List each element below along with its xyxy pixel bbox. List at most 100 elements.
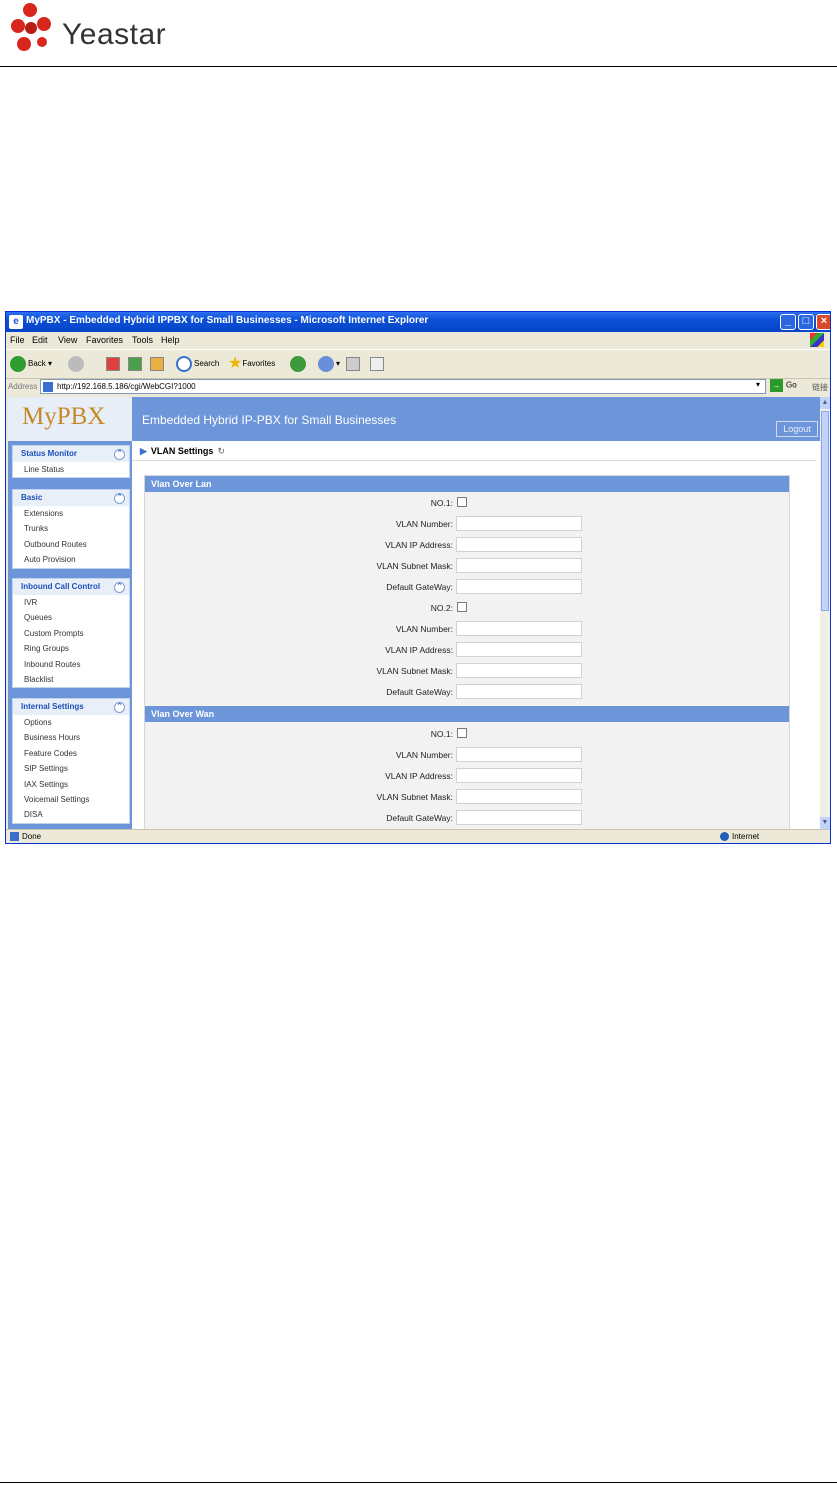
scroll-thumb[interactable] xyxy=(821,411,829,611)
stop-button[interactable] xyxy=(106,355,120,373)
sidebar-item-disa[interactable]: DISA xyxy=(13,807,129,822)
edit-button[interactable] xyxy=(370,355,384,373)
home-button[interactable] xyxy=(150,355,164,373)
menu-edit[interactable]: Edit xyxy=(32,335,48,345)
form-row: VLAN Subnet Mask: xyxy=(145,556,789,577)
nav-group-header[interactable]: Inbound Call Control ⌃ xyxy=(13,579,129,595)
sidebar-item-line-status[interactable]: Line Status xyxy=(13,462,129,477)
collapse-icon[interactable]: ⌃ xyxy=(114,493,125,504)
mypbx-logo: MyPBX xyxy=(22,403,106,430)
sidebar-item-inbound-routes[interactable]: Inbound Routes xyxy=(13,657,129,672)
collapse-icon[interactable]: ⌃ xyxy=(114,449,125,460)
links-label[interactable]: 链接 xyxy=(812,382,828,393)
sidebar-item-iax-settings[interactable]: IAX Settings xyxy=(13,777,129,792)
sidebar-item-voicemail-settings[interactable]: Voicemail Settings xyxy=(13,792,129,807)
scroll-down-icon[interactable]: ▼ xyxy=(820,817,830,829)
sidebar-item-options[interactable]: Options xyxy=(13,715,129,730)
title-bar[interactable]: e MyPBX - Embedded Hybrid IPPBX for Smal… xyxy=(6,312,830,332)
sidebar-item-custom-prompts[interactable]: Custom Prompts xyxy=(13,626,129,641)
minimize-button[interactable]: _ xyxy=(780,314,796,330)
menu-help[interactable]: Help xyxy=(161,335,180,345)
form-row: Default GateWay: xyxy=(145,808,789,829)
lan1-vlan-number-input[interactable] xyxy=(456,516,582,531)
history-button[interactable] xyxy=(290,355,308,373)
vertical-scrollbar[interactable]: ▲ ▼ xyxy=(820,397,830,829)
menu-view[interactable]: View xyxy=(58,335,77,345)
sidebar-item-ring-groups[interactable]: Ring Groups xyxy=(13,641,129,656)
close-button[interactable]: × xyxy=(816,314,830,330)
nav-group-header[interactable]: Status Monitor ⌃ xyxy=(13,446,129,462)
nav-group-status-monitor: Status Monitor ⌃ Line Status xyxy=(12,445,130,479)
lan2-vlan-ip-input[interactable] xyxy=(456,642,582,657)
sidebar-item-trunks[interactable]: Trunks xyxy=(13,521,129,536)
menu-favorites[interactable]: Favorites xyxy=(86,335,123,345)
sidebar-item-outbound-routes[interactable]: Outbound Routes xyxy=(13,537,129,552)
menu-file[interactable]: File xyxy=(10,335,25,345)
wan1-vlan-number-input[interactable] xyxy=(456,747,582,762)
edit-page-icon xyxy=(370,356,384,371)
sidebar: Status Monitor ⌃ Line Status Basic ⌃ Exten… xyxy=(8,441,132,829)
address-bar: Address http://192.168.5.186/cgi/WebCGI?… xyxy=(6,378,830,396)
section-vlan-over-lan: Vlan Over Lan xyxy=(145,476,789,492)
form-row: VLAN IP Address: xyxy=(145,640,789,661)
sidebar-item-ivr[interactable]: IVR xyxy=(13,595,129,610)
lan2-gateway-input[interactable] xyxy=(456,684,582,699)
chevron-right-icon: ▶ xyxy=(140,446,147,456)
refresh-icon xyxy=(128,356,142,371)
refresh-small-icon[interactable]: ↻ xyxy=(217,446,225,456)
lan1-gateway-input[interactable] xyxy=(456,579,582,594)
sidebar-item-extensions[interactable]: Extensions xyxy=(13,506,129,521)
toolbar: Back ▾ Search ★Favorites ▾ xyxy=(6,349,830,379)
logout-button[interactable]: Logout xyxy=(776,421,818,437)
nav-group-header[interactable]: Basic ⌃ xyxy=(13,490,129,506)
mail-icon xyxy=(318,355,334,372)
form-row: VLAN Number: xyxy=(145,619,789,640)
header-rule xyxy=(0,66,837,67)
maximize-button[interactable]: □ xyxy=(798,314,814,330)
lan-no1-checkbox[interactable] xyxy=(457,497,467,507)
forward-button[interactable] xyxy=(68,355,86,373)
app-banner: Embedded Hybrid IP-PBX for Small Busines… xyxy=(132,397,820,441)
form-row: VLAN IP Address: xyxy=(145,535,789,556)
wan1-gateway-input[interactable] xyxy=(456,810,582,825)
back-button[interactable]: Back ▾ xyxy=(10,355,52,373)
lan2-vlan-number-input[interactable] xyxy=(456,621,582,636)
field-label: VLAN Number: xyxy=(395,624,453,634)
nav-group-header[interactable]: Internal Settings ⌃ xyxy=(13,699,129,715)
nav-group-internal-settings: Internal Settings ⌃ Options Business Hour… xyxy=(12,698,130,824)
search-button[interactable]: Search xyxy=(176,355,219,373)
field-label: NO.2: xyxy=(430,603,453,613)
field-label: VLAN Subnet Mask: xyxy=(376,561,453,571)
favorites-button[interactable]: ★Favorites xyxy=(228,355,275,373)
collapse-icon[interactable]: ⌃ xyxy=(114,702,125,713)
address-input[interactable]: http://192.168.5.186/cgi/WebCGI?1000 xyxy=(40,379,766,394)
mail-button[interactable]: ▾ xyxy=(318,355,340,373)
wan-no1-checkbox[interactable] xyxy=(457,728,467,738)
print-button[interactable] xyxy=(346,355,360,373)
status-zone: Internet xyxy=(720,832,759,842)
wan1-vlan-ip-input[interactable] xyxy=(456,768,582,783)
status-bar: Done Internet xyxy=(6,829,830,843)
sidebar-item-auto-provision[interactable]: Auto Provision xyxy=(13,552,129,567)
menu-tools[interactable]: Tools xyxy=(132,335,153,345)
scroll-up-icon[interactable]: ▲ xyxy=(820,397,830,409)
lan2-subnet-mask-input[interactable] xyxy=(456,663,582,678)
go-arrow-icon: → xyxy=(770,379,783,392)
mypbx-logo-area: MyPBX xyxy=(8,397,132,441)
lan-no2-checkbox[interactable] xyxy=(457,602,467,612)
collapse-icon[interactable]: ⌃ xyxy=(114,582,125,593)
sidebar-item-sip-settings[interactable]: SIP Settings xyxy=(13,761,129,776)
lan1-subnet-mask-input[interactable] xyxy=(456,558,582,573)
go-button[interactable]: → Go xyxy=(770,379,797,392)
address-dropdown-icon[interactable]: ▾ xyxy=(752,380,764,391)
sidebar-item-feature-codes[interactable]: Feature Codes xyxy=(13,746,129,761)
address-label: Address xyxy=(8,382,38,391)
sidebar-item-business-hours[interactable]: Business Hours xyxy=(13,730,129,745)
lan1-vlan-ip-input[interactable] xyxy=(456,537,582,552)
yeastar-logo: Yeastar xyxy=(6,0,166,60)
sidebar-item-queues[interactable]: Queues xyxy=(13,610,129,625)
sidebar-item-blacklist[interactable]: Blacklist xyxy=(13,672,129,687)
refresh-button[interactable] xyxy=(128,355,142,373)
history-icon xyxy=(290,355,306,372)
wan1-subnet-mask-input[interactable] xyxy=(456,789,582,804)
